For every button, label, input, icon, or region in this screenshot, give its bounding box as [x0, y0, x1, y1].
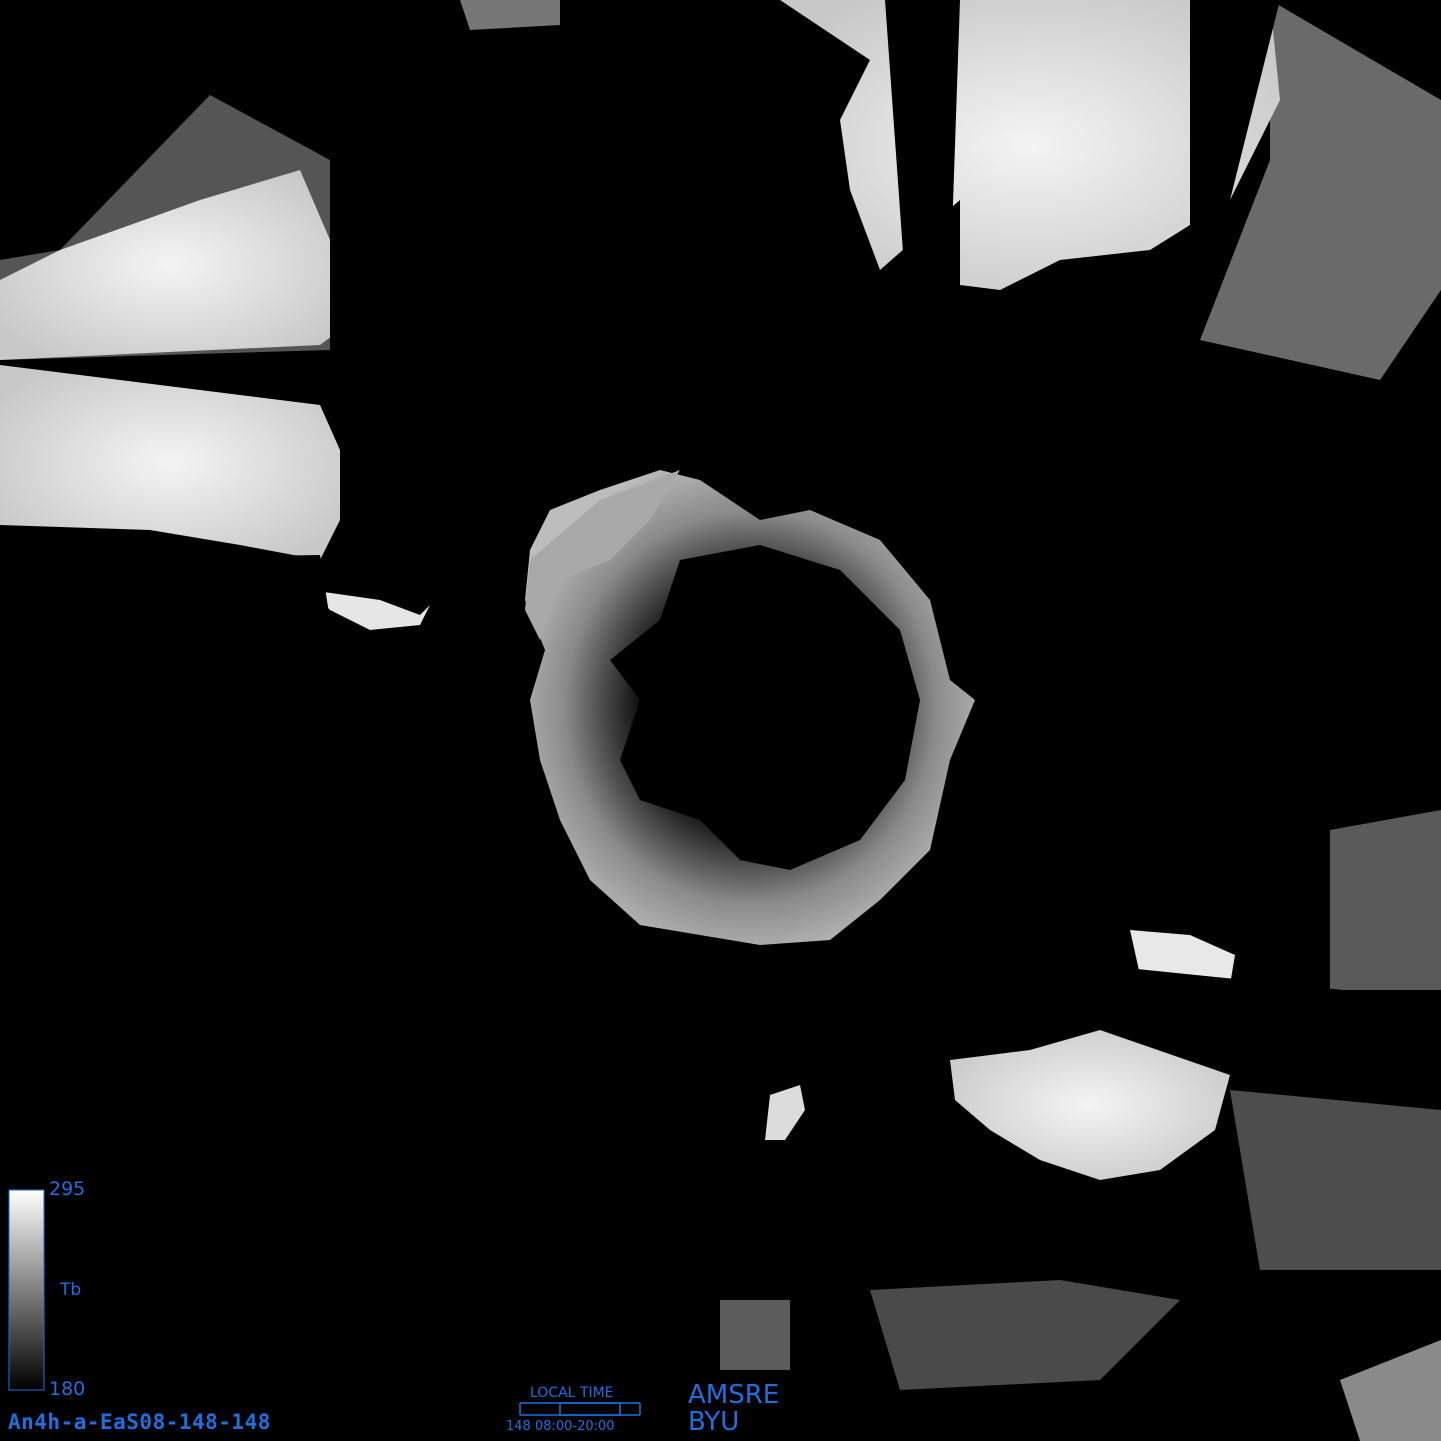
image-id: An4h-a-EaS08-148-148 — [8, 1410, 271, 1434]
swath-bottom-edge — [720, 1300, 790, 1370]
institution-label: BYU — [688, 1407, 740, 1437]
swath-right — [1330, 810, 1441, 990]
swath-top-strip — [460, 0, 560, 30]
colorbar-min-label: 180 — [49, 1378, 86, 1400]
colorbar-variable-label: Tb — [60, 1280, 82, 1300]
antarctica — [525, 470, 975, 945]
landmass-new-zealand — [765, 1085, 805, 1140]
landmass-australia — [950, 1030, 1230, 1180]
colorbar-max-label: 295 — [49, 1178, 86, 1200]
polar-brightness-map — [0, 0, 1441, 1441]
sensor-label: AMSRE — [688, 1380, 780, 1410]
local-time-range: 148 08:00-20:00 — [506, 1419, 615, 1434]
colorbar — [8, 1189, 45, 1391]
swath-bottom-right — [1230, 1090, 1441, 1270]
local-time-window — [559, 1402, 621, 1416]
colorbar-gradient — [8, 1189, 45, 1391]
swath-bottom — [870, 1280, 1180, 1390]
local-time-title: LOCAL TIME — [530, 1385, 614, 1401]
landmass-south-america-lower — [0, 365, 340, 560]
swath-bottom-corner — [1340, 1340, 1441, 1441]
local-time-indicator — [519, 1402, 641, 1416]
